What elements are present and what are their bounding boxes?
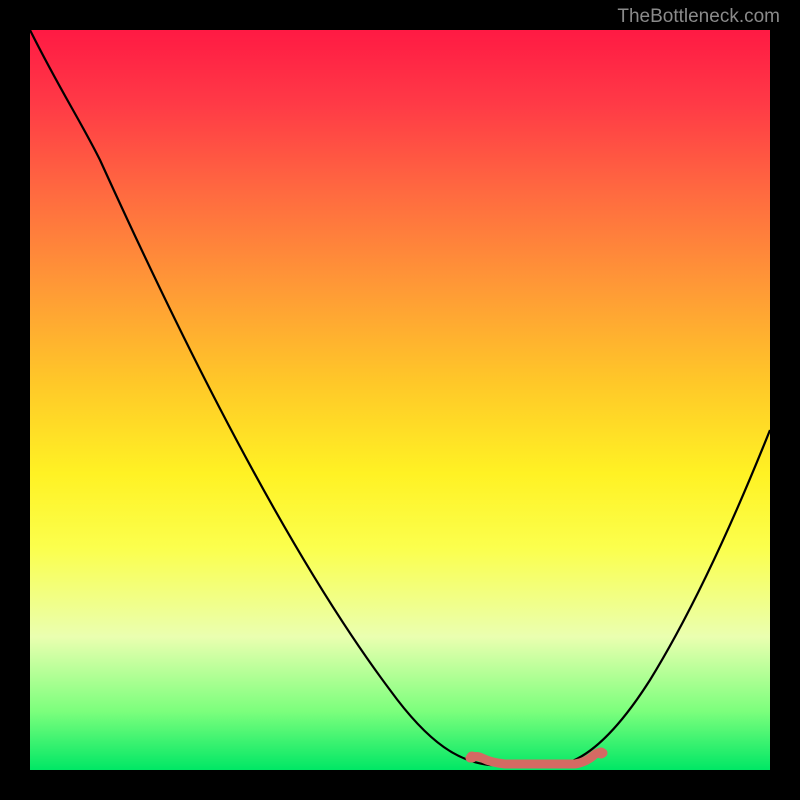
highlight-start-dot (467, 752, 478, 763)
chart-frame: TheBottleneck.com (0, 0, 800, 800)
optimal-range-highlight (470, 753, 603, 764)
highlight-end-dot (596, 748, 607, 759)
bottleneck-curve-line (30, 30, 770, 765)
curve-svg (30, 30, 770, 770)
plot-area (30, 30, 770, 770)
watermark-text: TheBottleneck.com (617, 6, 780, 28)
